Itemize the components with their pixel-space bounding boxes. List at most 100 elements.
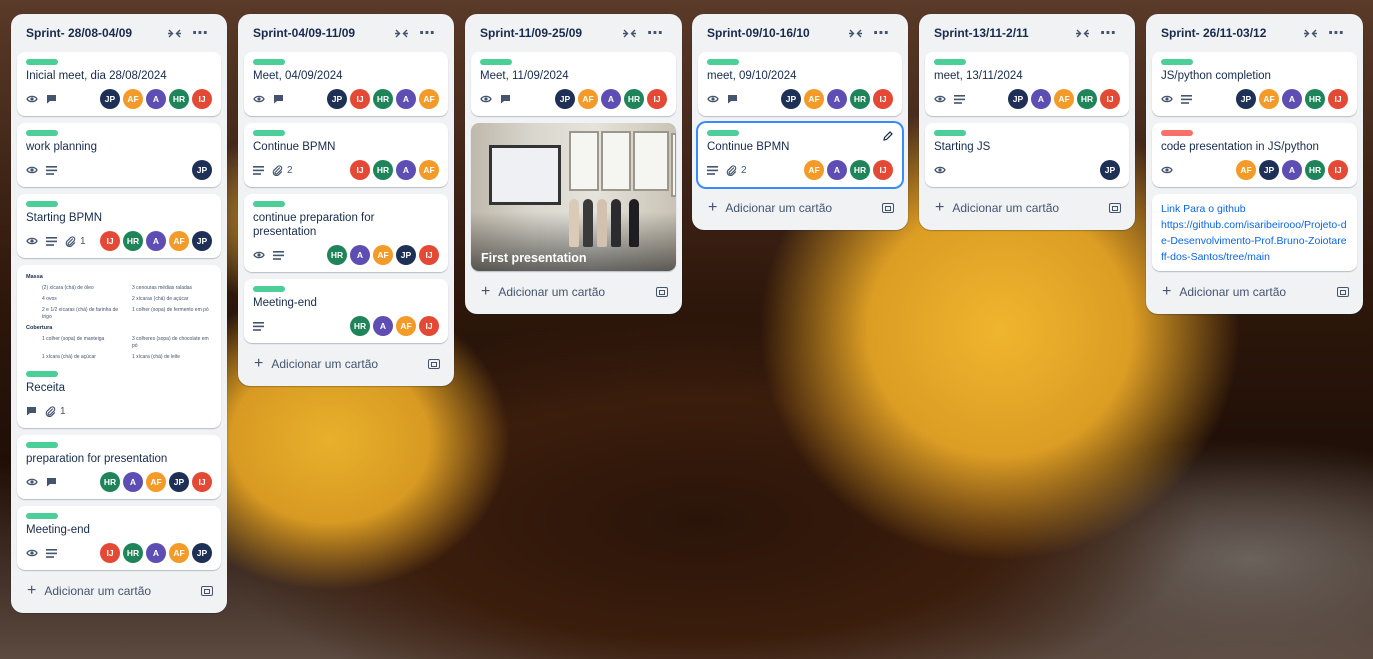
member-avatar[interactable]: JP — [169, 472, 189, 492]
member-avatar[interactable]: IJ — [873, 160, 893, 180]
member-avatar[interactable]: JP — [100, 89, 120, 109]
card[interactable]: Meet, 11/09/2024 JP AF A HR IJ — [471, 52, 676, 116]
member-avatar[interactable]: AF — [1236, 160, 1256, 180]
recipe-card[interactable]: Massa (2) xícara (chá) de óleo 3 cenouras … — [17, 265, 221, 428]
member-avatar[interactable]: A — [123, 472, 143, 492]
member-avatar[interactable]: JP — [396, 245, 416, 265]
member-avatar[interactable]: IJ — [873, 89, 893, 109]
create-from-template-icon[interactable] — [428, 359, 440, 369]
member-avatar[interactable]: HR — [850, 89, 870, 109]
member-avatar[interactable]: A — [146, 89, 166, 109]
more-options-icon[interactable]: ⋯ — [868, 21, 894, 45]
card-label[interactable] — [253, 286, 285, 292]
create-from-template-icon[interactable] — [1109, 203, 1121, 213]
member-avatar[interactable]: IJ — [419, 245, 439, 265]
image-card[interactable]: First presentation — [471, 123, 676, 271]
member-avatar[interactable]: IJ — [1328, 89, 1348, 109]
card-label[interactable] — [934, 59, 966, 65]
member-avatar[interactable]: HR — [350, 316, 370, 336]
member-avatar[interactable]: AF — [169, 231, 189, 251]
card[interactable]: meet, 13/11/2024 JP A AF HR IJ — [925, 52, 1129, 116]
card[interactable]: Meet, 04/09/2024 JP IJ HR A AF — [244, 52, 448, 116]
member-avatar[interactable]: JP — [327, 89, 347, 109]
card-label[interactable] — [707, 130, 739, 136]
member-avatar[interactable]: A — [373, 316, 393, 336]
card-label[interactable] — [253, 201, 285, 207]
more-options-icon[interactable]: ⋯ — [414, 21, 440, 45]
collapse-icon[interactable] — [616, 21, 642, 45]
card-label[interactable] — [934, 130, 966, 136]
card-label[interactable] — [26, 201, 58, 207]
card-label[interactable] — [1161, 59, 1193, 65]
add-card-button[interactable]: + Adicionar um cartão — [698, 194, 902, 222]
card-label[interactable] — [1161, 130, 1193, 136]
member-avatar[interactable]: JP — [1259, 160, 1279, 180]
collapse-icon[interactable] — [1069, 21, 1095, 45]
card-label[interactable] — [253, 59, 285, 65]
member-avatar[interactable]: AF — [419, 160, 439, 180]
edit-icon[interactable] — [883, 131, 893, 141]
member-avatar[interactable]: AF — [419, 89, 439, 109]
create-from-template-icon[interactable] — [882, 203, 894, 213]
card[interactable]: Starting BPMN 1 IJ HR A AF JP — [17, 194, 221, 258]
member-avatar[interactable]: AF — [804, 160, 824, 180]
add-card-button[interactable]: + Adicionar um cartão — [925, 194, 1129, 222]
member-avatar[interactable]: HR — [850, 160, 870, 180]
card[interactable]: work planning JP — [17, 123, 221, 187]
member-avatar[interactable]: AF — [396, 316, 416, 336]
card[interactable]: Continue BPMN 2 IJ HR A AF — [244, 123, 448, 187]
member-avatar[interactable]: HR — [1305, 89, 1325, 109]
member-avatar[interactable]: HR — [1305, 160, 1325, 180]
create-from-template-icon[interactable] — [656, 287, 668, 297]
more-options-icon[interactable]: ⋯ — [642, 21, 668, 45]
member-avatar[interactable]: JP — [555, 89, 575, 109]
member-avatar[interactable]: HR — [100, 472, 120, 492]
member-avatar[interactable]: HR — [373, 89, 393, 109]
card[interactable]: Meeting-end HR A AF IJ — [244, 279, 448, 343]
member-avatar[interactable]: JP — [1236, 89, 1256, 109]
member-avatar[interactable]: HR — [123, 543, 143, 563]
create-from-template-icon[interactable] — [201, 586, 213, 596]
member-avatar[interactable]: JP — [192, 231, 212, 251]
member-avatar[interactable]: AF — [373, 245, 393, 265]
member-avatar[interactable]: A — [827, 160, 847, 180]
card-label[interactable] — [26, 59, 58, 65]
member-avatar[interactable]: IJ — [350, 160, 370, 180]
card-label[interactable] — [26, 442, 58, 448]
member-avatar[interactable]: IJ — [350, 89, 370, 109]
card[interactable]: continue preparation for presentation HR A… — [244, 194, 448, 272]
card[interactable]: JS/python completion JP AF A HR IJ — [1152, 52, 1357, 116]
member-avatar[interactable]: A — [827, 89, 847, 109]
list-title[interactable]: Sprint-09/10-16/10 — [707, 26, 842, 40]
card-label[interactable] — [26, 513, 58, 519]
link-text[interactable]: Link Para o github — [1161, 201, 1348, 217]
collapse-icon[interactable] — [1297, 21, 1323, 45]
member-avatar[interactable]: IJ — [1328, 160, 1348, 180]
member-avatar[interactable]: JP — [1008, 89, 1028, 109]
card[interactable]: code presentation in JS/python AF JP A HR IJ — [1152, 123, 1357, 187]
card-label[interactable] — [26, 371, 58, 377]
list-title[interactable]: Sprint- 26/11-03/12 — [1161, 26, 1297, 40]
list-title[interactable]: Sprint-11/09-25/09 — [480, 26, 616, 40]
link-card[interactable]: Link Para o github https://github.com/isa… — [1152, 194, 1357, 271]
card-label[interactable] — [480, 59, 512, 65]
list-title[interactable]: Sprint-04/09-11/09 — [253, 26, 388, 40]
member-avatar[interactable]: A — [396, 89, 416, 109]
card[interactable]: preparation for presentation HR A AF JP IJ — [17, 435, 221, 499]
member-avatar[interactable]: IJ — [192, 472, 212, 492]
member-avatar[interactable]: HR — [373, 160, 393, 180]
member-avatar[interactable]: IJ — [1100, 89, 1120, 109]
member-avatar[interactable]: JP — [1100, 160, 1120, 180]
member-avatar[interactable]: JP — [781, 89, 801, 109]
card-label[interactable] — [707, 59, 739, 65]
member-avatar[interactable]: AF — [146, 472, 166, 492]
list-title[interactable]: Sprint-13/11-2/11 — [934, 26, 1069, 40]
member-avatar[interactable]: A — [350, 245, 370, 265]
member-avatar[interactable]: AF — [169, 543, 189, 563]
member-avatar[interactable]: HR — [624, 89, 644, 109]
member-avatar[interactable]: IJ — [100, 543, 120, 563]
create-from-template-icon[interactable] — [1337, 287, 1349, 297]
card[interactable]: Continue BPMN 2 AF A HR IJ — [698, 123, 902, 187]
member-avatar[interactable]: A — [146, 231, 166, 251]
member-avatar[interactable]: A — [396, 160, 416, 180]
